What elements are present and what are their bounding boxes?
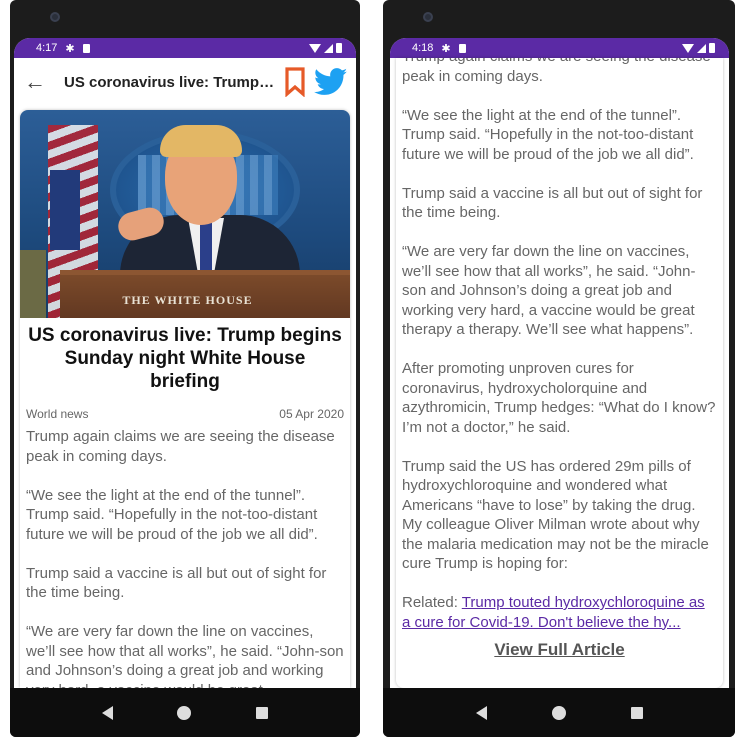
paragraph: Trump again claims we are seeing the dis…: [26, 428, 335, 465]
toolbar-title: US coronavirus live: Trump begins Sunday…: [64, 73, 278, 91]
signal-icon: [324, 43, 333, 53]
paragraph: Trump said a vaccine is all but out of s…: [402, 184, 703, 222]
status-time: 4:17: [36, 42, 58, 54]
related-link-row: Related: Trump touted hydroxychloroquine…: [402, 593, 717, 632]
paragraph: Trump again claims we are seeing the dis…: [402, 58, 711, 85]
article-date: 05 Apr 2020: [279, 407, 344, 421]
paragraph: “We see the light at the end of the tunn…: [26, 486, 318, 543]
nav-recents-icon[interactable]: [630, 706, 643, 719]
front-camera: [423, 12, 433, 22]
nav-back-icon[interactable]: [475, 705, 487, 720]
system-nav-bar: [383, 688, 735, 737]
phone-screen-right: 4:18 ✱ Trump again claims we are seeing …: [383, 0, 735, 737]
app-screen: 4:18 ✱ Trump again claims we are seeing …: [390, 38, 729, 688]
nav-back-icon[interactable]: [102, 705, 114, 720]
gear-icon: ✱: [441, 42, 451, 55]
nav-home-icon[interactable]: [551, 705, 566, 720]
paragraph: Trump said the US has ordered 29m pills …: [402, 457, 709, 573]
article-card[interactable]: Trump again claims we are seeing the dis…: [396, 58, 723, 688]
twitter-icon[interactable]: [312, 65, 350, 99]
sim-card-icon: [82, 43, 90, 53]
app-toolbar: ← US coronavirus live: Trump begins Sund…: [14, 58, 356, 106]
paragraph: After promoting unproven cures for coron…: [402, 360, 716, 436]
gear-icon: ✱: [65, 42, 75, 55]
bookmark-icon[interactable]: [278, 65, 312, 99]
article-body: Trump again claims we are seeing the dis…: [396, 58, 723, 660]
battery-icon: [709, 43, 715, 53]
status-time: 4:18: [412, 42, 434, 54]
article-card: THE WHITE HOUSE US coronavirus live: Tru…: [20, 110, 350, 688]
app-screen: 4:17 ✱ ← US coronavirus live: Trump begi…: [14, 38, 356, 688]
view-full-article-button[interactable]: View Full Article: [402, 640, 717, 660]
wifi-icon: [682, 43, 694, 53]
related-prefix: Related:: [402, 594, 462, 611]
signal-icon: [697, 43, 706, 53]
article-headline: US coronavirus live: Trump begins Sunday…: [28, 325, 342, 392]
status-bar: 4:18 ✱: [390, 38, 729, 58]
article-hero-image: THE WHITE HOUSE: [20, 110, 350, 318]
article-body: Trump again claims we are seeing the dis…: [20, 427, 350, 688]
system-nav-bar: [10, 688, 360, 737]
status-bar: 4:17 ✱: [14, 38, 356, 58]
back-arrow-icon[interactable]: ←: [24, 69, 60, 95]
article-meta: World news 05 Apr 2020: [20, 393, 350, 427]
front-camera: [50, 12, 60, 22]
paragraph: “We see the light at the end of the tunn…: [402, 106, 694, 163]
podium-label: THE WHITE HOUSE: [122, 293, 253, 307]
nav-home-icon[interactable]: [177, 705, 192, 720]
wifi-icon: [309, 43, 321, 53]
paragraph: “We are very far down the line on vaccin…: [402, 243, 696, 338]
sim-card-icon: [458, 43, 466, 53]
article-category: World news: [26, 407, 89, 421]
phone-screen-left: 4:17 ✱ ← US coronavirus live: Trump begi…: [10, 0, 360, 737]
nav-recents-icon[interactable]: [255, 706, 268, 719]
paragraph: Trump said a vaccine is all but out of s…: [26, 564, 327, 602]
paragraph: “We are very far down the line on vaccin…: [26, 623, 344, 688]
battery-icon: [336, 43, 342, 53]
